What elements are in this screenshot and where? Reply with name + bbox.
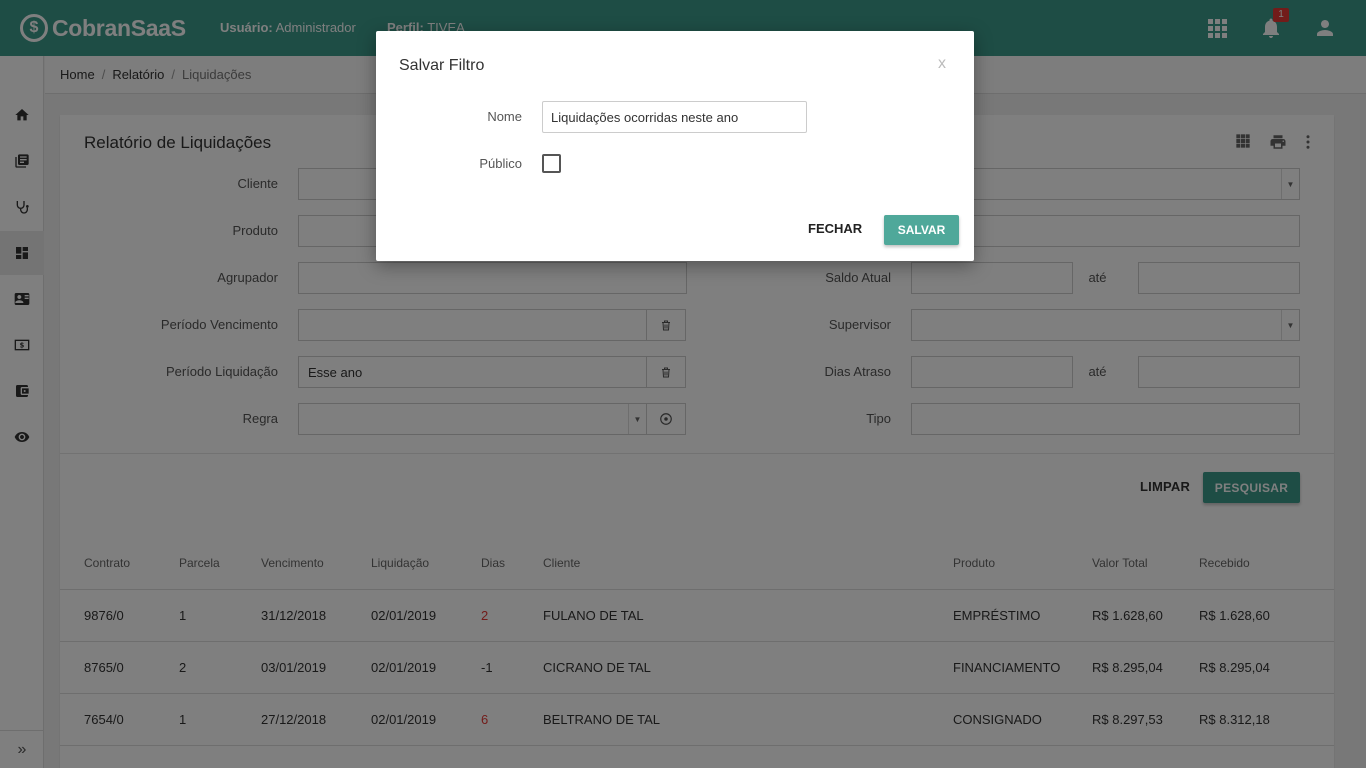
save-button[interactable]: SALVAR (884, 215, 959, 245)
public-checkbox[interactable] (542, 154, 561, 173)
save-filter-dialog: Salvar Filtro x Nome Público FECHAR SALV… (376, 31, 974, 261)
close-icon[interactable]: x (938, 55, 946, 73)
name-label: Nome (487, 109, 522, 124)
dialog-title: Salvar Filtro (399, 57, 485, 74)
close-button[interactable]: FECHAR (808, 221, 862, 236)
public-label: Público (479, 156, 522, 171)
filter-name-input[interactable] (542, 101, 807, 133)
